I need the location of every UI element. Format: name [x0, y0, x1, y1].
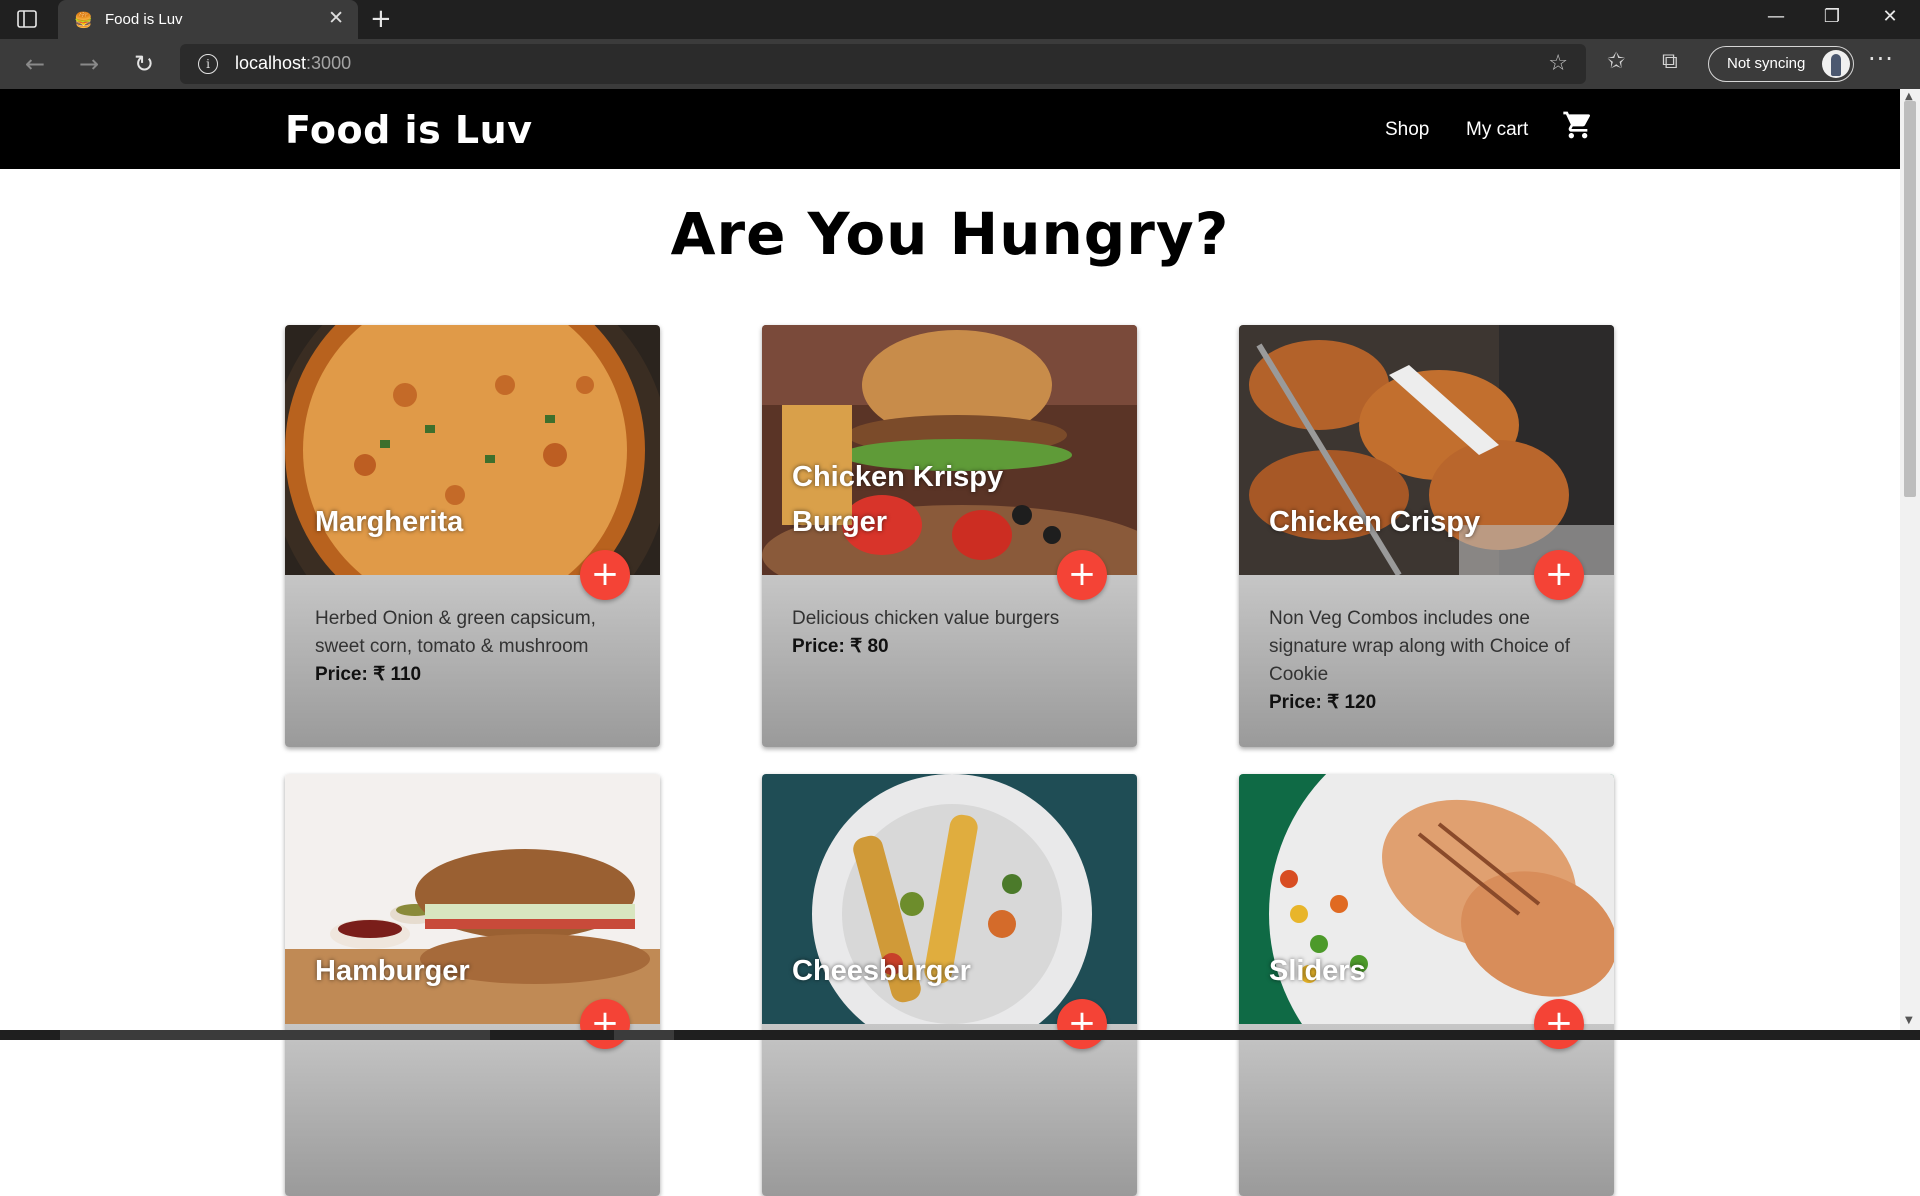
tab-actions-icon[interactable] — [17, 10, 37, 28]
pizza-image: Margherita — [285, 325, 660, 575]
fried-chicken-image: Chicken Crispy — [1239, 325, 1614, 575]
add-to-cart-button[interactable]: + — [1534, 550, 1584, 600]
card-title: Margherita — [315, 506, 464, 538]
menu-card: Chicken Krispy Burger + Delicious chicke… — [762, 325, 1137, 747]
card-description: Herbed Onion & green capsicum, sweet cor… — [315, 605, 625, 689]
restore-icon[interactable]: ❐ — [1812, 6, 1852, 27]
nav-shop-link[interactable]: Shop — [1385, 119, 1429, 141]
plus-icon: + — [590, 554, 620, 594]
card-price: Price: ₹ 120 — [1269, 692, 1377, 713]
close-tab-icon[interactable]: ✕ — [328, 7, 344, 29]
collections-icon[interactable]: ⧉ — [1662, 49, 1678, 74]
card-price: Price: ₹ 80 — [792, 636, 889, 657]
sandwich-image: Hamburger — [285, 774, 660, 1024]
page-heading: Are You Hungry? — [670, 200, 1230, 268]
new-tab-icon[interactable]: + — [370, 4, 392, 34]
scroll-down-icon[interactable]: ▼ — [1905, 1015, 1913, 1026]
sync-label: Not syncing — [1727, 55, 1806, 72]
taskbar — [0, 1030, 1920, 1040]
tab-title: Food is Luv — [105, 11, 183, 28]
burger-favicon-icon: 🍔 — [74, 11, 93, 29]
brand-logo[interactable]: Food is Luv — [285, 108, 532, 152]
add-favorite-icon[interactable]: ☆ — [1548, 51, 1568, 76]
reload-icon[interactable]: ↻ — [127, 47, 161, 81]
card-description-text: Herbed Onion & green capsicum, sweet cor… — [315, 608, 596, 657]
browser-tab[interactable]: 🍔 Food is Luv ✕ — [58, 0, 358, 39]
card-title: Hamburger — [315, 955, 470, 987]
site-navbar: Food is Luv Shop My cart — [0, 89, 1900, 169]
taskbar-item[interactable] — [614, 1030, 674, 1040]
card-title: Sliders — [1269, 955, 1366, 987]
card-title: Chicken Krispy Burger — [792, 461, 1004, 538]
minimize-icon[interactable]: — — [1756, 6, 1796, 27]
card-description: Delicious chicken value burgers Price: ₹… — [792, 605, 1102, 661]
site-info-icon[interactable]: i — [198, 54, 218, 74]
forward-icon[interactable]: → — [72, 47, 106, 81]
menu-card: Chicken Crispy + Non Veg Combos includes… — [1239, 325, 1614, 747]
plus-icon: + — [1544, 554, 1574, 594]
menu-card: Sliders + — [1239, 774, 1614, 1196]
url-text[interactable]: localhost:3000 — [235, 53, 351, 74]
nav-cart-link[interactable]: My cart — [1466, 119, 1528, 141]
profile-sync-button[interactable]: Not syncing — [1708, 46, 1854, 82]
browser-toolbar: ← → ↻ i localhost:3000 ☆ ✩ ⧉ Not syncing… — [0, 39, 1920, 89]
menu-card: Hamburger + — [285, 774, 660, 1196]
browser-tabstrip: 🍔 Food is Luv ✕ + — ❐ ✕ — [0, 0, 1920, 39]
card-description-text: Non Veg Combos includes one signature wr… — [1269, 608, 1571, 685]
card-title: Cheesburger — [792, 955, 971, 987]
menu-card: Cheesburger + — [762, 774, 1137, 1196]
scroll-thumb[interactable] — [1904, 101, 1916, 497]
address-bar[interactable]: i localhost:3000 ☆ — [180, 44, 1586, 84]
add-to-cart-button[interactable]: + — [1057, 550, 1107, 600]
card-description: Non Veg Combos includes one signature wr… — [1269, 605, 1579, 717]
add-to-cart-button[interactable]: + — [1057, 999, 1107, 1049]
plus-icon: + — [1067, 554, 1097, 594]
burger-image: Chicken Krispy Burger — [762, 325, 1137, 575]
add-to-cart-button[interactable]: + — [580, 999, 630, 1049]
card-description-text: Delicious chicken value burgers — [792, 608, 1060, 629]
avatar — [1822, 50, 1850, 78]
more-icon[interactable]: ··· — [1868, 45, 1894, 73]
menu-card: Margherita + Herbed Onion & green capsic… — [285, 325, 660, 747]
add-to-cart-button[interactable]: + — [580, 550, 630, 600]
add-to-cart-button[interactable]: + — [1534, 999, 1584, 1049]
card-price: Price: ₹ 110 — [315, 664, 422, 685]
favorites-icon[interactable]: ✩ — [1607, 49, 1625, 74]
page-scrollbar[interactable]: ▲ ▼ — [1900, 89, 1920, 1031]
cart-icon[interactable] — [1562, 109, 1594, 141]
close-window-icon[interactable]: ✕ — [1870, 6, 1910, 27]
skewers-image: Cheesburger — [762, 774, 1137, 1024]
card-title: Chicken Crispy — [1269, 506, 1481, 538]
back-icon[interactable]: ← — [18, 47, 52, 81]
grilled-chicken-image: Sliders — [1239, 774, 1614, 1024]
taskbar-item[interactable] — [60, 1030, 490, 1040]
